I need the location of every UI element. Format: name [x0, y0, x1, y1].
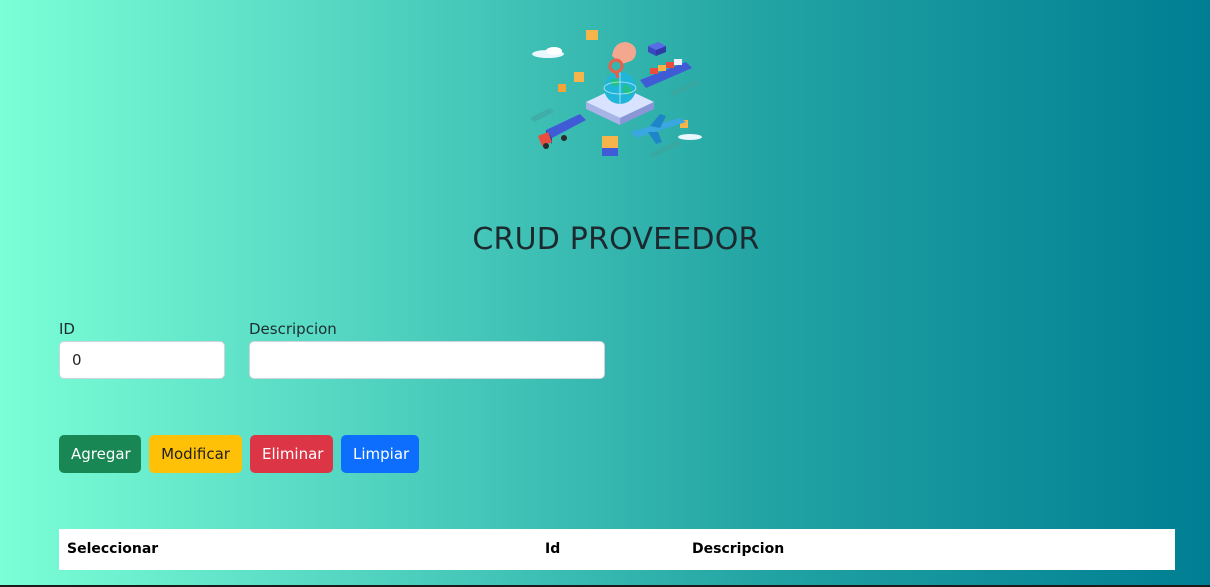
truck-icon — [538, 114, 586, 149]
proveedor-table: Seleccionar Id Descripcion — [59, 529, 1175, 570]
ship-icon — [640, 59, 692, 88]
globe-icon — [603, 72, 637, 104]
agregar-button[interactable]: Agregar — [59, 435, 141, 473]
modificar-button[interactable]: Modificar — [149, 435, 242, 473]
column-header-descripcion: Descripcion — [692, 541, 785, 557]
airplane-icon — [630, 114, 686, 144]
descripcion-label: Descripcion — [249, 320, 337, 338]
id-label: ID — [59, 320, 75, 338]
column-header-seleccionar: Seleccionar — [67, 541, 159, 557]
page-title: CRUD PROVEEDOR — [472, 222, 760, 257]
column-header-id: Id — [545, 541, 561, 557]
eliminar-button[interactable]: Eliminar — [250, 435, 333, 473]
logistics-illustration-icon — [530, 30, 702, 158]
id-input[interactable] — [59, 341, 225, 379]
limpiar-button[interactable]: Limpiar — [341, 435, 419, 473]
descripcion-input[interactable] — [249, 341, 605, 379]
